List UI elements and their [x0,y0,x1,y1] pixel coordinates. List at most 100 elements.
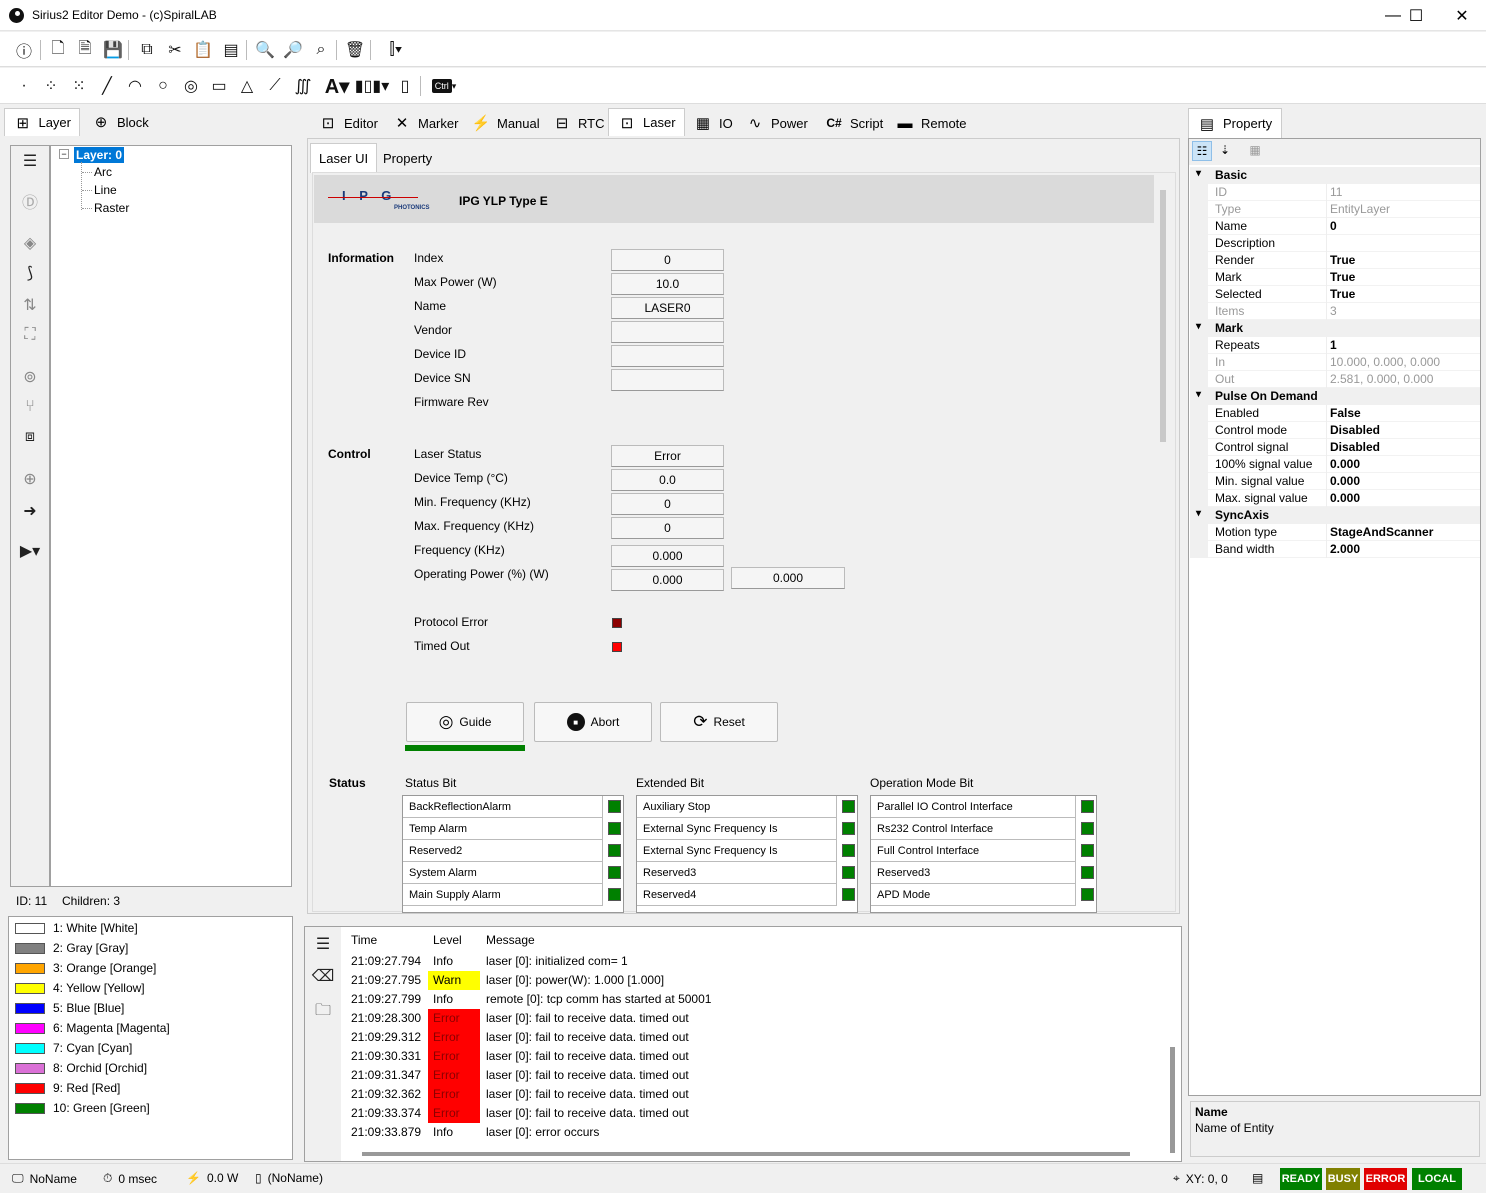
property-row[interactable]: Control mode Disabled [1190,422,1480,439]
pen-item[interactable]: 4: Yellow [Yellow] [15,978,145,998]
barcode-icon[interactable]: ▮▯▮▾ [355,75,389,97]
categorized-icon[interactable]: ☷ [1192,141,1212,161]
tab-laser[interactable]: ⊡ Laser [608,108,685,136]
property-row[interactable]: Band width 2.000 [1190,541,1480,558]
fill-icon[interactable]: ◈ [19,232,41,254]
pen-item[interactable]: 1: White [White] [15,918,138,938]
log-hscrollbar[interactable] [362,1152,1130,1156]
point-icon[interactable]: · [13,75,35,97]
tab-laser-property[interactable]: Property [374,145,441,171]
property-value[interactable]: 1 [1330,338,1337,352]
log-row[interactable]: 21:09:27.794 Info laser [0]: initialized c… [345,952,1165,971]
log-vscrollbar[interactable] [1170,1047,1175,1153]
tab-power[interactable]: ∿ Power [736,110,817,136]
new-document-icon[interactable]: 🗋 [47,39,69,61]
tab-block[interactable]: ⊕ Block [82,109,162,135]
property-category[interactable]: ▾ SyncAxis [1190,507,1480,524]
pen-item[interactable]: 8: Orchid [Orchid] [15,1058,147,1078]
property-value[interactable]: 10.000, 0.000, 0.000 [1330,355,1440,369]
sort-az-icon[interactable]: ⇣ [1215,141,1235,161]
property-value[interactable]: 2.581, 0.000, 0.000 [1330,372,1433,386]
eraser-icon[interactable]: ⌫ [312,965,335,987]
align-dropdown-icon[interactable]: ⫿▾ [380,39,412,61]
maximize-button[interactable]: ☐ [1393,0,1439,31]
zoom-out-icon[interactable]: 🔍 [254,39,276,61]
log-file-icon[interactable]: ▤ [1252,1171,1263,1185]
tree-item-line[interactable]: Line [94,183,117,197]
property-row[interactable]: Mark True [1190,269,1480,286]
points-icon[interactable]: ⁘ [40,75,62,97]
file-icon[interactable]: ▯ [394,75,416,97]
property-value[interactable]: 3 [1330,304,1337,318]
tree-item-arc[interactable]: Arc [94,165,112,179]
sort-icon[interactable]: ⇅ [19,294,41,316]
pen-item[interactable]: 7: Cyan [Cyan] [15,1038,132,1058]
abort-button[interactable]: ■ Abort [534,702,652,742]
copy-icon[interactable]: ⧉ [136,39,158,61]
property-row[interactable]: In 10.000, 0.000, 0.000 [1190,354,1480,371]
pen-item[interactable]: 6: Magenta [Magenta] [15,1018,170,1038]
tab-remote[interactable]: ▬ Remote [886,110,976,136]
enter-icon[interactable]: ⊕ [19,468,41,490]
list-icon[interactable]: ☰ [312,933,334,955]
property-row[interactable]: Items 3 [1190,303,1480,320]
polyline-icon[interactable]: ⟋ [264,75,286,97]
exit-icon[interactable]: ➜ [19,500,41,522]
paste-icon[interactable]: 📋 [192,39,214,61]
cut-icon[interactable]: ✂ [164,39,186,61]
delete-icon[interactable]: 🗑 [344,39,366,61]
close-button[interactable]: ✕ [1439,0,1485,31]
property-row[interactable]: Description [1190,235,1480,252]
property-row[interactable]: Enabled False [1190,405,1480,422]
property-row[interactable]: Max. signal value 0.000 [1190,490,1480,507]
property-value[interactable]: StageAndScanner [1330,525,1433,539]
property-row[interactable]: Out 2.581, 0.000, 0.000 [1190,371,1480,388]
tab-script[interactable]: C# Script [815,110,892,136]
property-row[interactable]: ID 11 [1190,184,1480,201]
chevron-down-icon[interactable]: ▾ [1196,168,1201,179]
chevron-down-icon[interactable]: ▾ [1196,508,1201,519]
log-row[interactable]: 21:09:30.331 Error laser [0]: fail to rece… [345,1047,1165,1066]
circle-icon[interactable]: ○ [152,75,174,97]
pen-item[interactable]: 5: Blue [Blue] [15,998,124,1018]
log-row[interactable]: 21:09:27.795 Warn laser [0]: power(W): 1.0… [345,971,1165,990]
log-row[interactable]: 21:09:27.799 Info remote [0]: tcp comm has… [345,990,1165,1009]
property-value[interactable]: Disabled [1330,440,1380,454]
info-icon[interactable]: ⓘ [13,39,35,61]
property-pages-icon[interactable]: ▦ [1245,141,1265,161]
save-icon[interactable]: 💾 [102,39,124,61]
raster-icon[interactable]: ⁙ [68,75,90,97]
property-value[interactable]: EntityLayer [1330,202,1390,216]
property-value[interactable]: 0.000 [1330,491,1360,505]
paste-array-icon[interactable]: ▤ [220,39,242,61]
property-row[interactable]: Motion type StageAndScanner [1190,524,1480,541]
tab-editor[interactable]: ⊡ Editor [309,110,387,136]
chevron-down-icon[interactable]: ▾ [1196,389,1201,400]
split-icon[interactable]: ⑂ [19,396,41,418]
property-value[interactable]: Disabled [1330,423,1380,437]
property-row[interactable]: 100% signal value 0.000 [1190,456,1480,473]
property-value[interactable]: 0.000 [1330,474,1360,488]
property-row[interactable]: Min. signal value 0.000 [1190,473,1480,490]
property-value[interactable]: True [1330,287,1355,301]
layers-icon[interactable]: ☰ [19,150,41,172]
property-value[interactable]: True [1330,270,1355,284]
zoom-in-icon[interactable]: 🔎 [282,39,304,61]
open-document-icon[interactable]: 🗎 [74,39,96,61]
fit-icon[interactable]: ⛶ [19,324,41,346]
property-row[interactable]: Control signal Disabled [1190,439,1480,456]
guide-button[interactable]: ◎ Guide [406,702,524,742]
laser-scrollbar[interactable] [1160,190,1166,442]
property-row[interactable]: Type EntityLayer [1190,201,1480,218]
property-row[interactable]: Name 0 [1190,218,1480,235]
group-icon[interactable]: ⧈ [19,426,41,448]
log-row[interactable]: 21:09:32.362 Error laser [0]: fail to rece… [345,1085,1165,1104]
run-menu-icon[interactable]: ▶▾ [19,540,41,562]
folder-icon[interactable]: 🗀 [312,1001,334,1023]
reset-button[interactable]: ⟳ Reset [660,702,778,742]
property-category[interactable]: ▾ Mark [1190,320,1480,337]
line-icon[interactable]: ╱ [96,75,118,97]
property-value[interactable]: True [1330,253,1355,267]
log-row[interactable]: 21:09:33.879 Info laser [0]: error occurs [345,1123,1165,1142]
property-category[interactable]: ▾ Basic [1190,167,1480,184]
